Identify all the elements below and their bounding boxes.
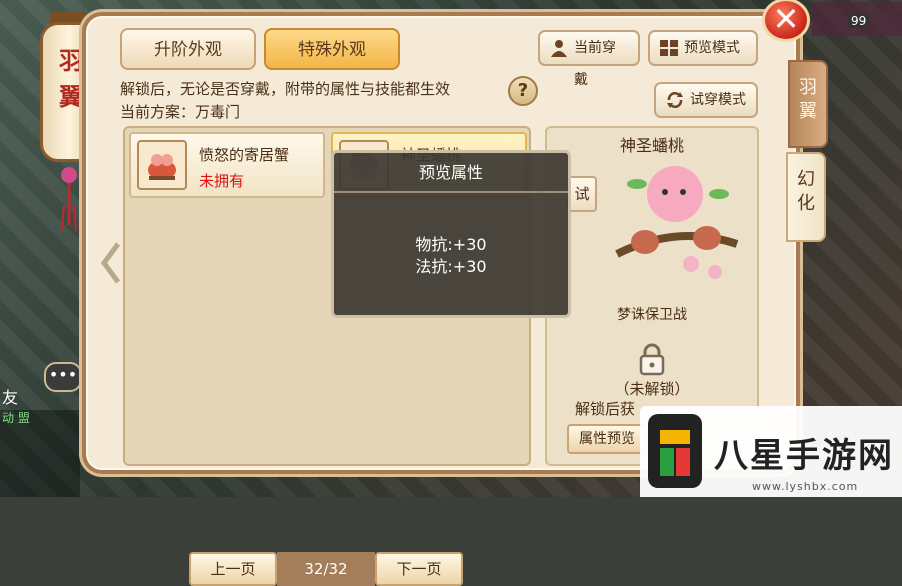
tryon-mode-label: 试穿模式 <box>690 92 746 108</box>
tab-special-appearance[interactable]: 特殊外观 <box>264 28 400 70</box>
item-status: 未拥有 <box>199 172 245 190</box>
lock-status: （未解锁） <box>614 380 690 398</box>
watermark: 八星手游网 www.lyshbx.com <box>640 406 902 497</box>
tab-wings-label: 羽翼 <box>799 77 817 122</box>
prev-page-button[interactable]: 上一页 <box>189 552 277 586</box>
source-label: 梦诛保卫战 <box>617 307 687 323</box>
current-scheme-text: 当前方案：万毒门 <box>120 103 241 121</box>
close-icon: ✕ <box>772 0 800 38</box>
chat-button[interactable]: ••• <box>44 362 82 392</box>
lantern-label: 羽翼 <box>59 46 83 111</box>
tab-transform-label: 幻化 <box>797 169 815 214</box>
tassel-icon <box>61 167 77 232</box>
level-badge: 99 <box>848 14 870 28</box>
page-indicator: 32/32 <box>277 552 375 586</box>
tab-wings[interactable]: 羽翼 <box>788 60 828 148</box>
preview-mode-label: 预览模式 <box>684 40 740 56</box>
attribute-preview-popup: 预览属性 物抗:+30 法抗:+30 <box>331 150 571 318</box>
watermark-url: www.lyshbx.com <box>752 480 859 493</box>
hermit-crab-icon <box>137 140 187 190</box>
preview-mode-button[interactable]: 预览模式 <box>648 30 758 66</box>
popup-attr-line: 法抗:+30 <box>415 257 487 276</box>
close-button[interactable]: ✕ <box>762 0 810 42</box>
grid-icon <box>660 40 678 56</box>
tab-upgrade-appearance[interactable]: 升阶外观 <box>120 28 256 70</box>
tryon-mode-button[interactable]: 试穿模式 <box>654 82 758 118</box>
refresh-icon <box>667 92 683 108</box>
tab-transform[interactable]: 幻化 <box>786 152 826 242</box>
unlock-info-text: 解锁后，无论是否穿戴，附带的属性与技能都生效 <box>120 80 451 98</box>
watermark-logo <box>648 414 702 488</box>
unlock-hint: 解锁后获 <box>575 400 636 418</box>
help-button[interactable]: ? <box>508 76 538 106</box>
chat-log[interactable]: 动 盟 <box>0 410 80 497</box>
preview-title: 神圣蟠桃 <box>619 136 684 155</box>
chat-line: 动 盟 <box>2 411 30 425</box>
next-page-button[interactable]: 下一页 <box>375 552 463 586</box>
popup-attr-line: 物抗:+30 <box>415 235 487 254</box>
item-name: 愤怒的寄居蟹 <box>199 146 290 164</box>
popup-title: 预览属性 <box>334 153 568 193</box>
chat-icon: ••• <box>48 365 78 384</box>
tryon-button[interactable]: 试 <box>567 176 597 212</box>
current-wear-button[interactable]: 当前穿戴 <box>538 30 640 88</box>
chevron-left-icon[interactable] <box>100 240 122 286</box>
friend-label[interactable]: 友 <box>2 384 18 408</box>
list-item[interactable]: 愤怒的寄居蟹 未拥有 <box>129 132 325 198</box>
peach-pet-image <box>615 166 739 279</box>
attribute-preview-button[interactable]: 属性预览 <box>567 424 647 454</box>
person-icon <box>551 40 567 57</box>
lock-icon <box>639 343 665 376</box>
watermark-title: 八星手游网 <box>714 436 894 476</box>
